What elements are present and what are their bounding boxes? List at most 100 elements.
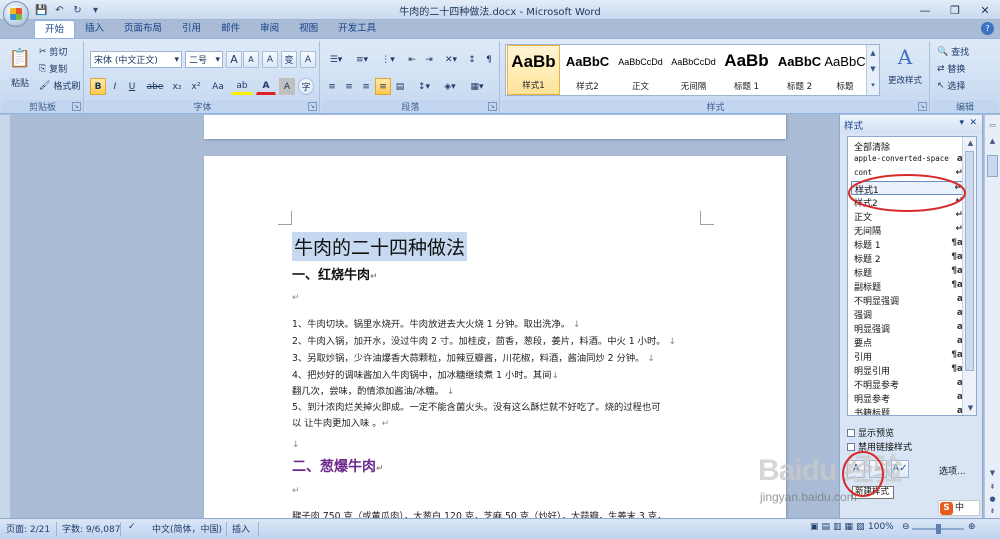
document-scrollbar[interactable]: ▭ ▲ ▼ ⇞ ● ⇟ (984, 115, 1000, 518)
browse-object-icon[interactable]: ● (986, 493, 999, 505)
document-workspace[interactable]: 牛肉的二十四种做法 一、红烧牛肉↵ ↵ 1、牛肉切块。锅里水烧开。牛肉放进去大火… (0, 115, 838, 518)
pane-dropdown-icon[interactable]: ▾ (959, 118, 964, 128)
scroll-up-icon[interactable]: ▲ (964, 137, 977, 149)
font-name-select[interactable]: 宋体 (中文正文) ▾ (90, 51, 182, 68)
font-size-select[interactable]: 二号 ▾ (185, 51, 223, 68)
select-button[interactable]: ↖ 选择 (936, 77, 994, 94)
sort-icon[interactable]: ↕ (464, 51, 480, 68)
find-button[interactable]: 🔍 查找 (936, 43, 994, 60)
increase-indent-icon[interactable]: ⇥ (421, 51, 437, 68)
shading-icon[interactable]: ◈▾ (438, 78, 462, 95)
clear-format-button[interactable]: A (262, 51, 278, 68)
clipboard-launcher-icon[interactable]: ↘ (72, 102, 81, 111)
heading-1[interactable]: 一、红烧牛肉↵ (292, 264, 378, 283)
gallery-scroll[interactable]: ▲ ▼ ▾ (866, 45, 879, 95)
ruler-toggle-icon[interactable]: ▭ (986, 119, 999, 131)
style-item[interactable]: 副标题 ¶a (851, 279, 963, 293)
tab-home[interactable]: 开始 (34, 20, 76, 38)
style-item[interactable]: 标题 1 ¶a (851, 237, 963, 251)
underline-button[interactable]: U (124, 78, 140, 95)
style-item[interactable]: 不明显强调 a (851, 293, 963, 307)
style-item[interactable]: 明显参考 a (851, 391, 963, 405)
body-line-2[interactable]: 2、牛肉入锅，加开水，没过牛肉 2 寸。加桂皮，茴香，葱段，姜片，料酒。中火 1… (292, 333, 676, 347)
body-line-3[interactable]: 3、另取炒锅，少许油爆香大蒜颗粒，加辣豆瓣酱，川花椒，料酒，酱油同炒 2 分钟。… (292, 350, 655, 364)
style-item[interactable]: 强调 a (851, 307, 963, 321)
justify-icon[interactable]: ≡ (375, 78, 391, 95)
quick-style-1[interactable]: AaBb 样式1 (507, 45, 560, 95)
align-center-icon[interactable]: ≡ (341, 78, 357, 95)
style-item[interactable]: cont ↵ (851, 167, 963, 181)
style-item[interactable]: 标题 ¶a (851, 265, 963, 279)
shrink-font-button[interactable]: A (243, 51, 259, 68)
document-title[interactable]: 牛肉的二十四种做法 (292, 232, 468, 261)
cut-button[interactable]: ✂ 剪切 (38, 43, 82, 60)
minimize-button[interactable]: — (910, 0, 940, 20)
bullets-icon[interactable]: ☰▾ (324, 51, 348, 68)
help-icon[interactable]: ? (981, 22, 994, 35)
body-line-6[interactable]: 5、到汁浓肉烂关掉火即成。一定不能含菌火头。没有这么酥烂就不好吃了。烧的过程也可 (292, 399, 661, 413)
scroll-up-icon[interactable]: ▲ (986, 135, 999, 147)
spell-check-icon[interactable]: ✓ (128, 522, 136, 532)
style-item[interactable]: 样式2 ↵ (851, 195, 963, 209)
style-item[interactable]: apple-converted-space a (851, 153, 963, 167)
quick-style-normal[interactable]: AaBbCcDd 正文 (614, 45, 667, 95)
numbering-icon[interactable]: ≡▾ (350, 51, 374, 68)
style-item-selected[interactable]: 样式1 ↵ (851, 181, 963, 196)
tab-insert[interactable]: 插入 (75, 20, 114, 38)
grow-font-button[interactable]: A (226, 51, 242, 68)
restore-button[interactable]: ❐ (940, 0, 970, 20)
scroll-thumb[interactable] (965, 151, 974, 371)
paste-icon[interactable]: 📋 (6, 43, 34, 73)
distributed-icon[interactable]: ▤ (392, 78, 408, 95)
insert-mode[interactable]: 插入 (232, 522, 250, 535)
borders-icon[interactable]: ▦▾ (464, 78, 490, 95)
heading-2[interactable]: 二、葱爆牛肉↵ (292, 456, 384, 476)
strikethrough-button[interactable]: abe (144, 78, 166, 95)
paragraph-launcher-icon[interactable]: ↘ (488, 102, 497, 111)
style-item[interactable]: 书籍标题 a (851, 405, 963, 415)
quick-style-2[interactable]: AaBbC 样式2 (561, 45, 614, 95)
style-item[interactable]: 全部清除 (851, 139, 963, 153)
show-marks-icon[interactable]: ¶ (481, 51, 497, 68)
italic-button[interactable]: I (107, 78, 123, 95)
style-item[interactable]: 无间隔 ↵ (851, 223, 963, 237)
options-link[interactable]: 选项... (939, 464, 966, 477)
copy-button[interactable]: ⎘ 复制 (38, 60, 82, 77)
style-item[interactable]: 明显引用 ¶a (851, 363, 963, 377)
font-launcher-icon[interactable]: ↘ (308, 102, 317, 111)
format-painter-button[interactable]: 🖌 格式刷 (38, 77, 82, 94)
zoom-out-icon[interactable]: ⊖ (902, 522, 910, 532)
change-case-button[interactable]: Aa (207, 78, 229, 95)
scroll-thumb[interactable] (987, 155, 998, 177)
prev-page-icon[interactable]: ⇞ (986, 481, 999, 493)
body-line-4[interactable]: 4、把炒好的调味酱加入牛肉锅中，加冰糖继续煮 1 小时。其间↓ (292, 367, 559, 381)
style-item[interactable]: 正文 ↵ (851, 209, 963, 223)
style-item[interactable]: 引用 ¶a (851, 349, 963, 363)
view-buttons[interactable]: ▣▤▥▦▧ (810, 522, 868, 532)
style-item[interactable]: 不明显参考 a (851, 377, 963, 391)
body-line-8[interactable]: 腱子肉 750 克（或黄瓜肉），大葱白 120 克，芝麻 50 克（炒好），大蒜… (292, 508, 666, 518)
zoom-in-icon[interactable]: ⊕ (968, 522, 976, 532)
char-border-button[interactable]: A (300, 51, 316, 68)
quick-style-title[interactable]: AaBbC 标题 (824, 45, 866, 95)
styles-list-scrollbar[interactable]: ▲ ▼ (962, 137, 976, 415)
align-left-icon[interactable]: ≡ (324, 78, 340, 95)
phonetic-guide-button[interactable]: 变 (281, 51, 297, 68)
quick-style-heading2[interactable]: AaBbC 标题 2 (773, 45, 826, 95)
body-line-1[interactable]: 1、牛肉切块。锅里水烧开。牛肉放进去大火烧 1 分钟。取出洗净。 ↓ (292, 316, 581, 330)
tab-developer[interactable]: 开发工具 (328, 20, 386, 38)
tab-view[interactable]: 视图 (289, 20, 328, 38)
scroll-down-icon[interactable]: ▼ (986, 467, 999, 479)
quick-style-no-spacing[interactable]: AaBbCcDd 无间隔 (667, 45, 720, 95)
change-styles-icon[interactable]: A (886, 43, 924, 71)
ime-toolbar[interactable]: S中 (938, 500, 980, 516)
body-line-7[interactable]: 以 让牛肉更加入味 。↵ (292, 415, 389, 429)
tab-mailings[interactable]: 邮件 (211, 20, 250, 38)
enclose-char-button[interactable]: 字 (298, 78, 314, 95)
pane-close-icon[interactable]: ✕ (969, 118, 977, 128)
style-item[interactable]: 标题 2 ¶a (851, 251, 963, 265)
multilevel-list-icon[interactable]: ⋮▾ (376, 51, 400, 68)
paste-button[interactable]: 粘贴 (6, 74, 34, 91)
quick-style-heading1[interactable]: AaBb 标题 1 (720, 45, 773, 95)
close-button[interactable]: ✕ (970, 0, 1000, 20)
